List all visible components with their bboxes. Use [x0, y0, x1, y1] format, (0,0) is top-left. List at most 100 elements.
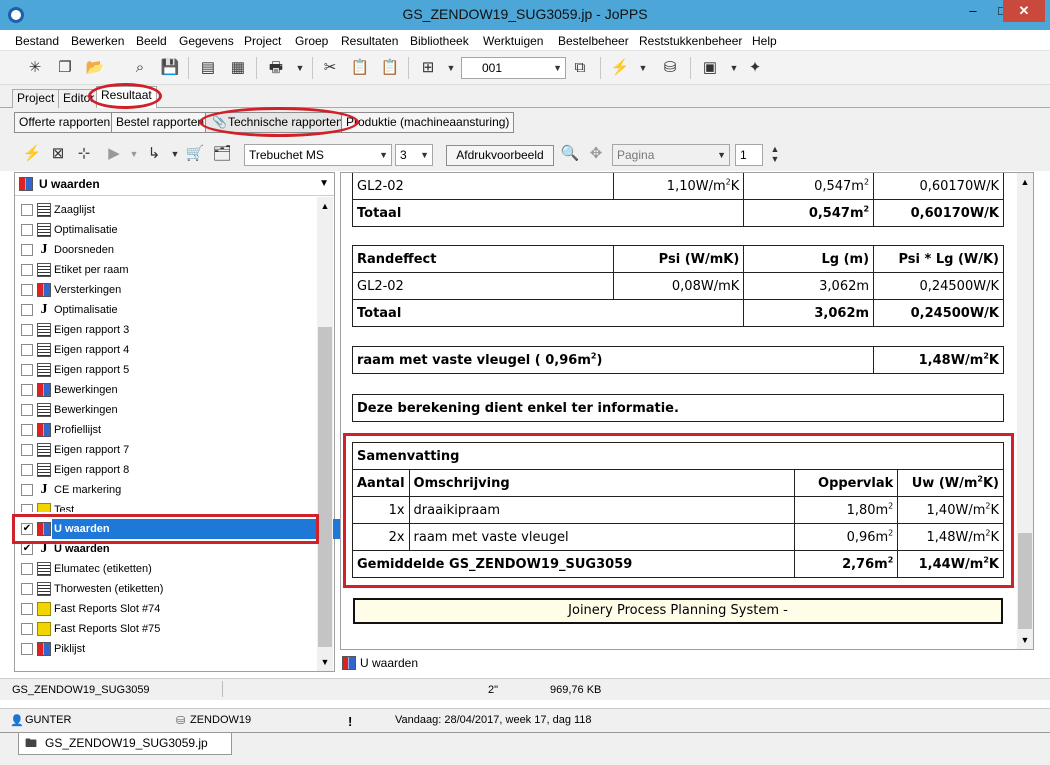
chevron-down-icon[interactable]: ▼	[1017, 635, 1033, 645]
lightning-icon[interactable]: ⚡	[610, 58, 630, 78]
menu-beeld[interactable]: Beeld	[136, 34, 167, 48]
search-icon[interactable]: 🔍	[560, 144, 580, 164]
list-item[interactable]: Fast Reports Slot #75	[19, 619, 315, 639]
checkbox[interactable]	[21, 424, 33, 436]
save-icon[interactable]: 💾	[160, 58, 180, 78]
chevron-down-icon[interactable]: ▼	[724, 58, 744, 78]
open-folder-icon[interactable]: 📂	[85, 58, 105, 78]
checkbox[interactable]	[21, 504, 33, 512]
lightning-icon[interactable]: ⚡	[22, 144, 42, 164]
checkbox[interactable]	[21, 284, 33, 296]
report-select[interactable]: U waarden ▼	[15, 173, 334, 196]
print-preview-icon[interactable]: ▤	[198, 58, 218, 78]
list-item[interactable]: Zaaglijst	[19, 200, 315, 220]
checkbox-checked[interactable]: ✔	[21, 543, 33, 555]
produktie-button[interactable]: Produktie (machineaansturing)	[341, 112, 515, 133]
tab-project[interactable]: Project	[12, 89, 60, 108]
checkbox[interactable]	[21, 484, 33, 496]
checkbox[interactable]	[21, 563, 33, 575]
fit-icon[interactable]: ⊹	[74, 144, 94, 164]
print-preview-button[interactable]: Afdrukvoorbeeld	[446, 145, 554, 166]
database-help-icon[interactable]: ⛁	[660, 58, 680, 78]
page-select[interactable]: Pagina ▼	[612, 144, 730, 166]
checkbox[interactable]	[21, 324, 33, 336]
scroll-thumb[interactable]	[1018, 533, 1032, 629]
list-item[interactable]: Eigen rapport 5	[19, 360, 315, 380]
chevron-down-icon[interactable]: ▼	[633, 58, 653, 78]
list-item[interactable]: J CE markering	[19, 480, 315, 500]
left-scrollbar[interactable]: ▲ ▼	[317, 197, 333, 671]
checkbox[interactable]	[21, 224, 33, 236]
checkbox[interactable]	[21, 583, 33, 595]
alert-icon[interactable]: !	[348, 714, 352, 729]
list-item[interactable]: J Doorsneden	[19, 240, 315, 260]
cut-icon[interactable]: ✂	[320, 58, 340, 78]
paste-icon[interactable]: 📋	[350, 58, 370, 78]
menu-project[interactable]: Project	[244, 34, 281, 48]
printer-icon[interactable]: 🖶	[266, 58, 286, 78]
chevron-down-icon[interactable]: ▼	[290, 58, 310, 78]
page-spinner[interactable]: ▲ ▼	[765, 144, 785, 164]
checkbox[interactable]	[21, 623, 33, 635]
play-icon[interactable]: ▶	[104, 144, 124, 164]
offerte-rapporten-button[interactable]: Offerte rapporten	[14, 112, 116, 133]
close-report-icon[interactable]: ⊠	[48, 144, 68, 164]
list-item[interactable]: Thorwesten (etiketten)	[19, 579, 315, 599]
list-item[interactable]: Etiket per raam	[19, 260, 315, 280]
export-icon[interactable]: ↳	[144, 144, 164, 164]
page-number-input[interactable]: 1	[735, 144, 763, 166]
chevron-up-icon[interactable]: ▲	[317, 201, 333, 211]
list-item[interactable]: J Optimalisatie	[19, 300, 315, 320]
paste-special-icon[interactable]: 📋	[380, 58, 400, 78]
search-file-icon[interactable]: ⌕	[130, 58, 150, 78]
list-item[interactable]: Eigen rapport 3	[19, 320, 315, 340]
checkbox[interactable]	[21, 304, 33, 316]
new-icon[interactable]: ✳	[25, 58, 45, 78]
select-icon[interactable]: ⊞	[418, 58, 438, 78]
checkbox[interactable]	[21, 204, 33, 216]
bestel-rapporten-button[interactable]: Bestel rapporten	[111, 112, 210, 133]
menu-gegevens[interactable]: Gegevens	[179, 34, 234, 48]
menu-groep[interactable]: Groep	[295, 34, 328, 48]
menu-help[interactable]: Help	[752, 34, 777, 48]
copy-document-icon[interactable]: ❐	[55, 58, 75, 78]
list-item[interactable]: Eigen rapport 8	[19, 460, 315, 480]
list-item[interactable]: Profiellijst	[19, 420, 315, 440]
menu-bestand[interactable]: Bestand	[15, 34, 59, 48]
scroll-thumb[interactable]	[318, 327, 332, 647]
menu-bibliotheek[interactable]: Bibliotheek	[410, 34, 469, 48]
list-item[interactable]: Bewerkingen	[19, 400, 315, 420]
grid-icon[interactable]: ▦	[228, 58, 248, 78]
list-item[interactable]: Elumatec (etiketten)	[19, 559, 315, 579]
checkbox[interactable]	[21, 464, 33, 476]
list-item[interactable]: Piklijst	[19, 639, 315, 659]
menu-reststukkenbeheer[interactable]: Reststukkenbeheer	[639, 34, 742, 48]
font-select[interactable]: Trebuchet MS ▼	[244, 144, 392, 166]
size-select[interactable]: 3 ▼	[395, 144, 433, 166]
menu-bewerken[interactable]: Bewerken	[71, 34, 124, 48]
list-item[interactable]: Eigen rapport 4	[19, 340, 315, 360]
calculator-icon[interactable]: ▣	[700, 58, 720, 78]
checkbox[interactable]	[21, 404, 33, 416]
menu-resultaten[interactable]: Resultaten	[341, 34, 398, 48]
checkbox[interactable]	[21, 244, 33, 256]
menu-bestelbeheer[interactable]: Bestelbeheer	[558, 34, 629, 48]
menu-werktuigen[interactable]: Werktuigen	[483, 34, 543, 48]
checkbox[interactable]	[21, 384, 33, 396]
checkbox[interactable]	[21, 364, 33, 376]
chevron-down-icon[interactable]: ▼	[165, 144, 185, 164]
magic-wand-icon[interactable]: ✦	[745, 58, 765, 78]
checkbox[interactable]	[21, 264, 33, 276]
document-tab[interactable]: 🖿 GS_ZENDOW19_SUG3059.jp	[18, 733, 232, 755]
checkbox[interactable]	[21, 603, 33, 615]
list-item[interactable]: Optimalisatie	[19, 220, 315, 240]
list-item[interactable]: Fast Reports Slot #74	[19, 599, 315, 619]
checkbox[interactable]	[21, 643, 33, 655]
chevron-down-icon[interactable]: ▼	[441, 58, 461, 78]
checkbox[interactable]	[21, 344, 33, 356]
list-item[interactable]: Test	[19, 500, 315, 512]
chevron-down-icon[interactable]: ▼	[317, 657, 333, 667]
close-button[interactable]: ✕	[1003, 0, 1045, 22]
chevron-down-icon[interactable]: ▼	[124, 144, 144, 164]
windows-icon[interactable]: ⧉	[570, 58, 590, 78]
